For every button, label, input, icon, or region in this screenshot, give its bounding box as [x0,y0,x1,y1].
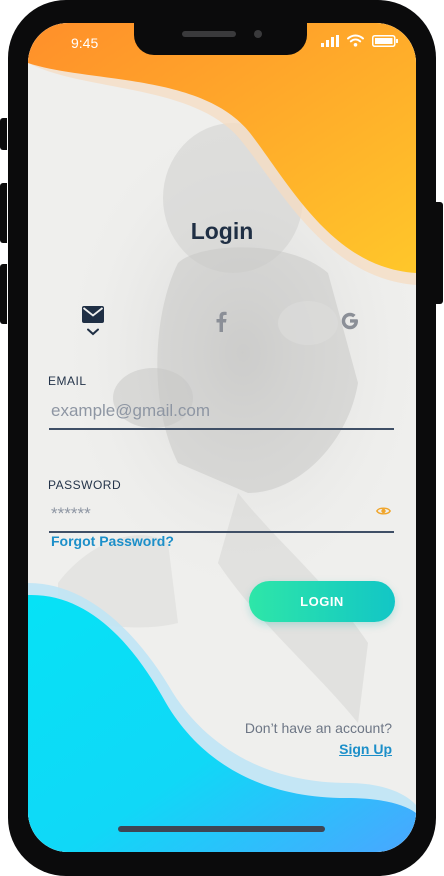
envelope-icon [82,306,104,323]
password-label: PASSWORD [48,478,122,492]
email-field[interactable] [51,394,361,428]
eye-icon[interactable] [376,506,391,516]
volume-up-button [0,183,7,243]
signal-icon [321,34,339,47]
google-icon [341,312,358,330]
login-button[interactable]: LOGIN [249,581,395,622]
wifi-icon [347,34,364,47]
home-indicator [118,826,325,832]
camera [254,30,262,38]
forgot-password-link[interactable]: Forgot Password? [51,533,174,549]
tab-google-login[interactable] [330,301,370,341]
status-time: 9:45 [71,35,99,51]
action-button [0,118,7,150]
notch [134,23,307,55]
signup-link[interactable]: Sign Up [339,741,392,757]
tab-facebook-login[interactable] [201,301,241,341]
battery-icon [372,34,398,47]
email-label: EMAIL [48,374,87,388]
tab-email-login[interactable] [73,301,113,341]
status-icons [321,34,398,47]
power-button [436,202,443,304]
password-field-container [49,497,394,533]
speaker [182,31,236,37]
facebook-icon [216,311,227,332]
signup-prompt: Don’t have an account? [244,720,392,736]
app-screen: 9:45 Login EMAIL example@gmail.com PASSW… [28,23,416,852]
email-field-container [49,394,394,430]
chevron-down-icon [87,328,99,336]
page-title: Login [190,218,254,244]
password-field[interactable] [51,497,361,531]
volume-down-button [0,264,7,324]
